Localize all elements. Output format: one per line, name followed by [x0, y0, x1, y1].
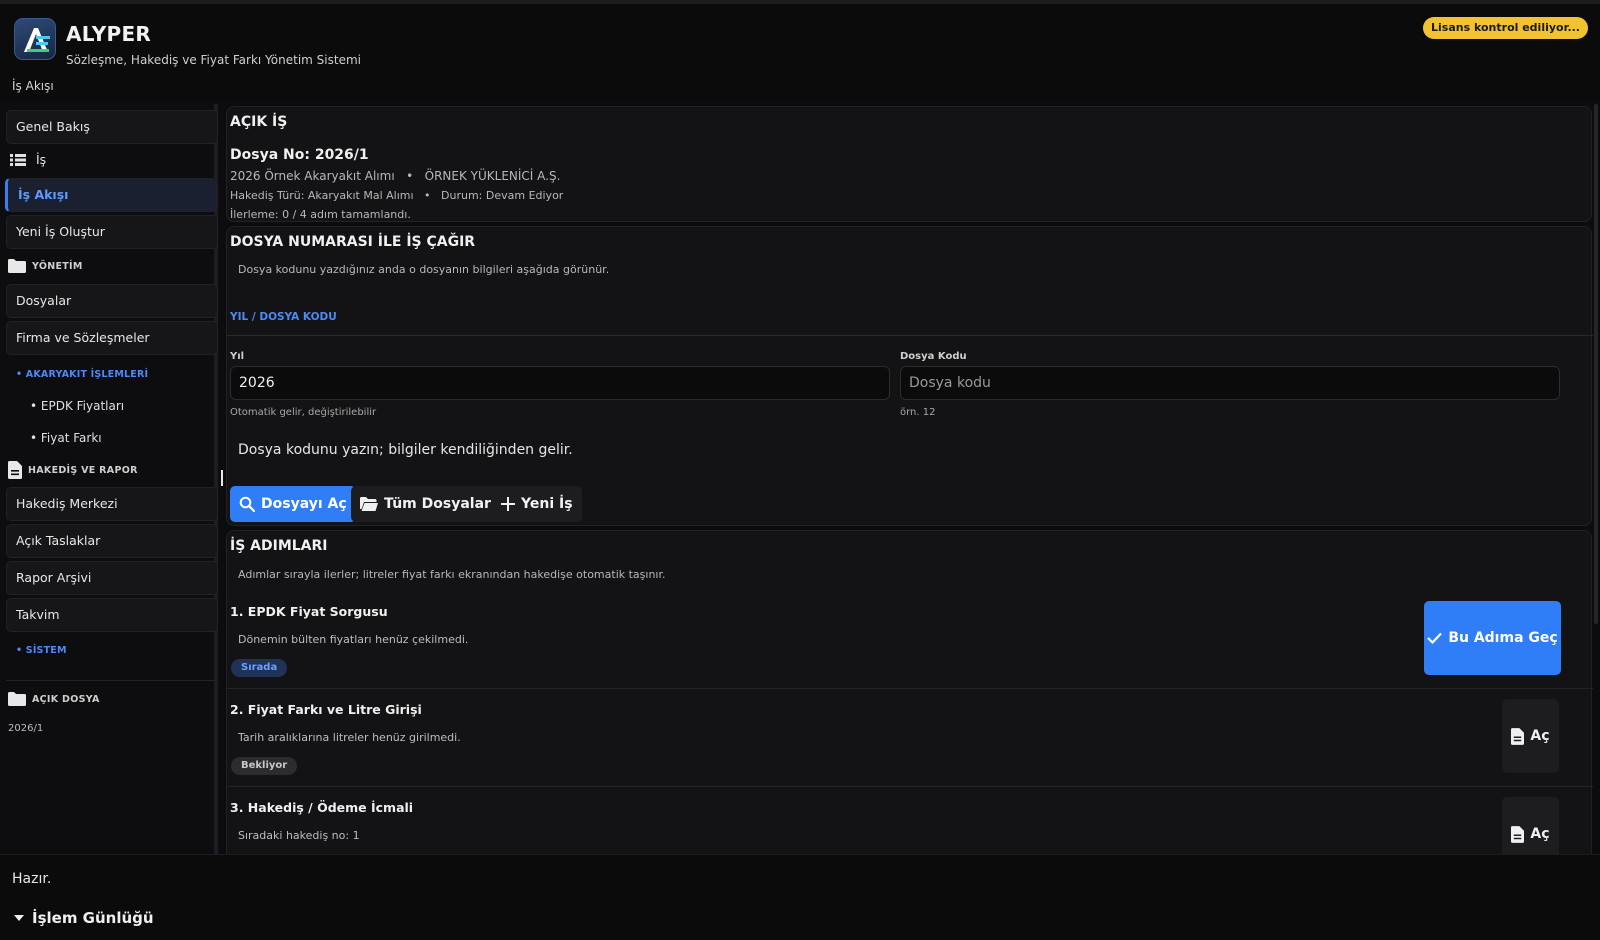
year-label: Yıl — [230, 351, 245, 362]
folder-icon — [8, 692, 26, 706]
open-file-button[interactable]: Dosyayı Aç — [230, 486, 356, 522]
step-title: 1. EPDK Fiyat Sorgusu — [230, 604, 388, 619]
step-title: 2. Fiyat Farkı ve Litre Girişi — [230, 702, 422, 717]
file-lookup-card: DOSYA NUMARASI İLE İŞ ÇAĞIR Dosya kodunu… — [226, 226, 1593, 526]
sidebar-item-workflow[interactable]: İş Akışı — [5, 178, 217, 212]
document-icon — [1511, 727, 1525, 745]
open-step-button[interactable]: Aç — [1502, 699, 1559, 773]
step-description: Sıradaki hakediş no: 1 — [238, 829, 360, 842]
work-steps-title: İŞ ADIMLARI — [230, 538, 328, 554]
step-status-badge: Sırada — [231, 659, 288, 677]
file-lookup-group-label: YIL / DOSYA KODU — [230, 311, 337, 323]
app-subtitle: Sözleşme, Hakediş ve Fiyat Farkı Yönetim… — [66, 53, 361, 67]
sidebar-section-reports: HAKEDİŞ VE RAPOR — [8, 461, 138, 479]
open-file-button-label: Dosyayı Aç — [261, 496, 347, 512]
sidebar-section-open-file-label: AÇIK DOSYA — [32, 693, 100, 705]
sidebar-item-companies[interactable]: Firma ve Sözleşmeler — [6, 321, 218, 355]
plus-icon — [501, 497, 515, 511]
folder-open-icon — [360, 497, 378, 511]
all-files-button[interactable]: Tüm Dosyalar — [351, 486, 500, 522]
sidebar-item-overview[interactable]: Genel Bakış — [6, 110, 218, 144]
sidebar-item-files[interactable]: Dosyalar — [6, 284, 218, 318]
open-file-value: 2026/1 — [8, 723, 44, 734]
work-steps-description: Adımlar sırayla ilerler; litreler fiyat … — [238, 568, 666, 581]
list-icon — [10, 153, 26, 166]
step-separator — [227, 786, 1593, 787]
step-description: Dönemin bülten fiyatları henüz çekilmedi… — [238, 633, 469, 646]
folder-icon — [8, 259, 26, 273]
main-content: AÇIK İŞ Dosya No: 2026/1 2026 Örnek Akar… — [226, 104, 1600, 854]
year-hint: Otomatik gelir, değiştirilebilir — [230, 407, 377, 418]
app-header: ALYPER Sözleşme, Hakediş ve Fiyat Farkı … — [0, 0, 1600, 100]
breadcrumb: İş Akışı — [12, 79, 54, 93]
status-footer: Hazır. İşlem Günlüğü — [0, 854, 1600, 940]
file-lookup-description: Dosya kodunu yazdığınız anda o dosyanın … — [238, 263, 610, 276]
sidebar-item-report-archive[interactable]: Rapor Arşivi — [6, 561, 218, 595]
step-title: 3. Hakediş / Ödeme İcmali — [230, 800, 414, 815]
file-lookup-info: Dosya kodunu yazın; bilgiler kendiliğind… — [238, 442, 573, 458]
main-scrollbar[interactable] — [1594, 104, 1598, 624]
sidebar-section-work[interactable]: İş — [10, 152, 46, 167]
all-files-button-label: Tüm Dosyalar — [384, 496, 491, 512]
file-code-hint: örn. 12 — [900, 407, 936, 418]
sidebar-item-epdk[interactable]: • EPDK Fiyatları — [30, 399, 124, 413]
activity-log-toggle[interactable]: İşlem Günlüğü — [14, 909, 154, 927]
sidebar-section-management-label: YÖNETİM — [32, 260, 83, 272]
sidebar-divider — [6, 680, 218, 681]
sidebar-item-price-diff[interactable]: • Fiyat Farkı — [30, 431, 102, 445]
new-work-button-label: Yeni İş — [521, 496, 573, 512]
sidebar-section-reports-label: HAKEDİŞ VE RAPOR — [28, 464, 138, 476]
open-work-card: AÇIK İŞ Dosya No: 2026/1 2026 Örnek Akar… — [226, 106, 1592, 222]
sidebar-section-management: YÖNETİM — [8, 259, 83, 273]
text-cursor — [221, 470, 223, 486]
document-icon — [8, 461, 22, 479]
app-title: ALYPER — [66, 22, 152, 46]
sidebar-section-open-file: AÇIK DOSYA — [8, 692, 100, 706]
file-code-input[interactable]: Dosya kodu — [900, 366, 1560, 400]
open-work-progress: İlerleme: 0 / 4 adım tamamlandı. — [230, 208, 411, 221]
sidebar-item-new-work[interactable]: Yeni İş Oluştur — [6, 215, 218, 249]
check-icon — [1427, 632, 1443, 644]
license-status-badge: Lisans kontrol ediliyor... — [1423, 17, 1588, 39]
sidebar-section-fuel[interactable]: • AKARYAKIT İŞLEMLERİ — [16, 369, 148, 380]
step-description: Tarih aralıklarına litreler henüz girilm… — [238, 731, 461, 744]
open-step-button-label: Aç — [1530, 728, 1550, 744]
open-step-button[interactable]: Aç — [1502, 797, 1559, 854]
caret-down-icon — [14, 915, 24, 921]
work-steps-card: İŞ ADIMLARI Adımlar sırayla ilerler; lit… — [226, 530, 1593, 854]
app-window: ALYPER Sözleşme, Hakediş ve Fiyat Farkı … — [0, 0, 1600, 940]
go-to-step-button-label: Bu Adıma Geç — [1448, 630, 1558, 646]
step-separator — [227, 688, 1593, 689]
activity-log-label: İşlem Günlüğü — [32, 909, 154, 927]
step-status-badge: Bekliyor — [231, 757, 298, 775]
open-work-type-status: Hakediş Türü: Akaryakıt Mal Alımı • Duru… — [230, 189, 564, 202]
status-text: Hazır. — [12, 871, 52, 887]
sidebar-item-calendar[interactable]: Takvim — [6, 598, 218, 632]
file-code-label: Dosya Kodu — [900, 351, 967, 362]
sidebar-section-work-label: İş — [36, 152, 47, 167]
go-to-step-button[interactable]: Bu Adıma Geç — [1424, 601, 1561, 675]
file-lookup-divider — [227, 335, 1593, 336]
file-number: Dosya No: 2026/1 — [230, 147, 369, 163]
sidebar-item-open-drafts[interactable]: Açık Taslaklar — [6, 524, 218, 558]
search-icon — [239, 496, 255, 512]
app-logo-icon — [14, 18, 56, 60]
open-step-button-label: Aç — [1530, 826, 1550, 842]
file-lookup-title: DOSYA NUMARASI İLE İŞ ÇAĞIR — [230, 234, 476, 250]
year-input[interactable]: 2026 — [230, 366, 890, 400]
sidebar: Genel Bakış İş İş Akışı Yeni İş Oluştur … — [0, 104, 220, 854]
new-work-button[interactable]: Yeni İş — [492, 486, 582, 522]
open-work-title: AÇIK İŞ — [230, 114, 288, 130]
sidebar-section-system[interactable]: • SİSTEM — [16, 645, 67, 656]
open-work-project: 2026 Örnek Akaryakıt Alımı • ÖRNEK YÜKLE… — [230, 169, 561, 183]
document-icon — [1511, 825, 1525, 843]
sidebar-item-progress-center[interactable]: Hakediş Merkezi — [6, 487, 218, 521]
